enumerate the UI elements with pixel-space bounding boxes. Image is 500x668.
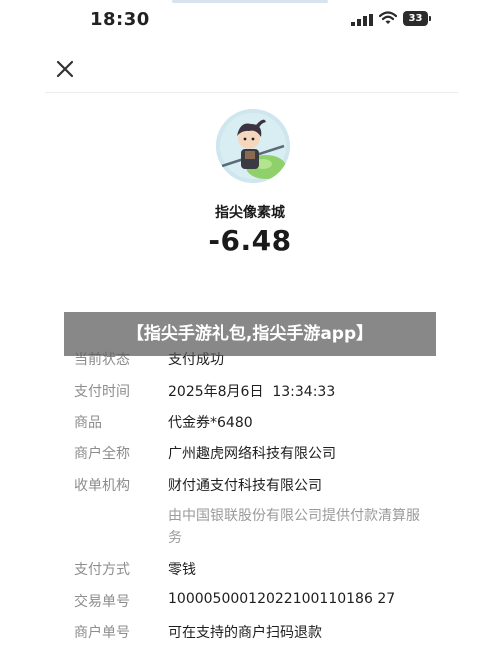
merchant-no-value: 可在支持的商户扫码退款 [168, 625, 322, 641]
pay-time-value: 2025年8月6日 13:34:33 [168, 384, 336, 400]
wifi-icon [379, 11, 397, 24]
goods-label: 商品 [74, 415, 102, 431]
battery-level: 33 [403, 11, 428, 26]
pay-method-label: 支付方式 [74, 562, 130, 578]
merchant-avatar-illustration [216, 109, 290, 183]
top-indicator-line [172, 0, 328, 3]
merchant-name: 指尖像素城 [215, 205, 285, 221]
merchant-full-name-value: 广州趣虎网络科技有限公司 [168, 446, 336, 462]
status-time: 18:30 [90, 9, 150, 30]
merchant-no-label: 商户单号 [74, 625, 130, 641]
acquirer-value: 财付通支付科技有限公司 [168, 478, 322, 494]
trade-no-label: 交易单号 [74, 594, 130, 610]
pay-time-label: 支付时间 [74, 384, 130, 400]
nav-divider [45, 92, 458, 93]
status-bar: 18:30 33 [0, 0, 500, 44]
battery-tip [429, 16, 431, 21]
merchant-full-name-label: 商户全称 [74, 446, 130, 462]
merchant-avatar [216, 109, 290, 183]
trade-no-value[interactable]: 10000500012022100110186 27 [168, 591, 395, 607]
pay-method-value: 零钱 [168, 562, 196, 578]
acquirer-label: 收单机构 [74, 478, 130, 494]
goods-value: 代金券*6480 [168, 415, 253, 431]
signal-icon [351, 14, 373, 26]
payment-amount: -6.48 [208, 224, 292, 257]
close-icon[interactable] [52, 56, 78, 82]
payment-detail-page: 18:30 33 指尖像素城 -6.48 当前状态 支付成功 支付时间 2025… [0, 0, 500, 668]
title-banner: 【指尖手游礼包,指尖手游app】 [64, 312, 436, 356]
acquirer-note: 由中国银联股份有限公司提供付款清算服务 [168, 508, 420, 546]
battery-icon: 33 [403, 11, 433, 26]
